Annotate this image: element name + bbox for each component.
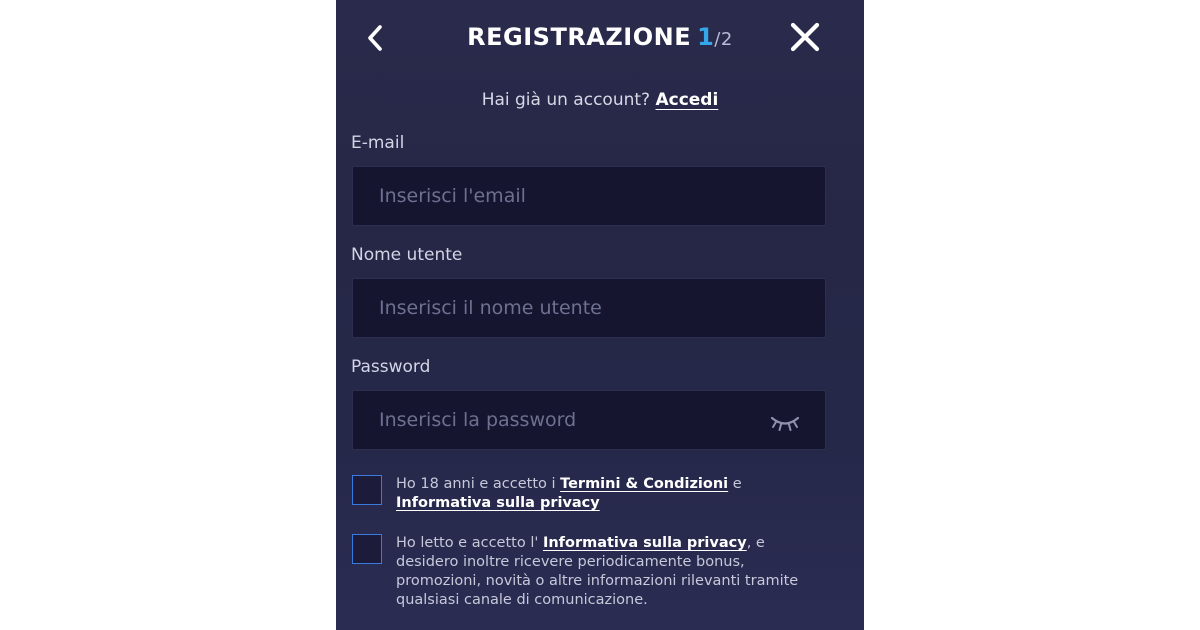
close-button[interactable] bbox=[786, 20, 824, 56]
modal-header: REGISTRAZIONE 1/2 bbox=[336, 0, 864, 76]
marketing-consent-text: Ho letto e accetto l' Informativa sulla … bbox=[396, 534, 826, 610]
email-label: E-mail bbox=[351, 133, 405, 153]
close-icon bbox=[790, 22, 820, 52]
terms-text-middle: e bbox=[728, 476, 742, 492]
registration-modal: REGISTRAZIONE 1/2 Hai già un account? Acc… bbox=[336, 0, 864, 630]
username-label: Nome utente bbox=[351, 245, 463, 265]
login-link[interactable]: Accedi bbox=[655, 90, 718, 110]
email-placeholder: Inserisci l'email bbox=[379, 185, 526, 207]
page-title: REGISTRAZIONE 1/2 bbox=[336, 20, 864, 57]
password-input[interactable]: Inserisci la password bbox=[352, 390, 826, 450]
password-placeholder: Inserisci la password bbox=[379, 409, 577, 431]
password-label: Password bbox=[351, 357, 431, 377]
step-total: /2 bbox=[714, 29, 733, 50]
email-input[interactable]: Inserisci l'email bbox=[352, 166, 826, 226]
login-prompt: Hai già un account? Accedi bbox=[336, 88, 864, 112]
username-placeholder: Inserisci il nome utente bbox=[379, 297, 602, 319]
terms-consent-text: Ho 18 anni e accetto i Termini & Condizi… bbox=[396, 475, 826, 513]
title-text: REGISTRAZIONE bbox=[467, 23, 692, 51]
marketing-text-before: Ho letto e accetto l' bbox=[396, 535, 543, 551]
terms-checkbox[interactable] bbox=[352, 475, 382, 505]
eye-closed-icon[interactable] bbox=[769, 413, 801, 433]
login-prompt-text: Hai già un account? bbox=[481, 90, 651, 110]
marketing-privacy-link[interactable]: Informativa sulla privacy bbox=[543, 535, 747, 551]
step-current: 1 bbox=[697, 23, 715, 51]
username-input[interactable]: Inserisci il nome utente bbox=[352, 278, 826, 338]
privacy-link[interactable]: Informativa sulla privacy bbox=[396, 495, 600, 511]
terms-link[interactable]: Termini & Condizioni bbox=[560, 476, 728, 492]
marketing-checkbox[interactable] bbox=[352, 534, 382, 564]
terms-text-before: Ho 18 anni e accetto i bbox=[396, 476, 561, 492]
